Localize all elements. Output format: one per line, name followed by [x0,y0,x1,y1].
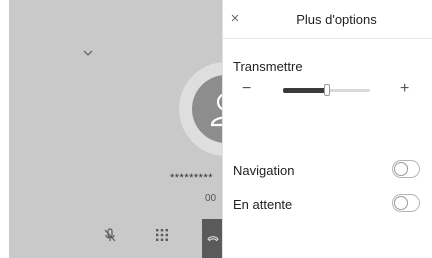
transmit-volume-label: Transmettre [233,59,303,74]
chevron-down-icon[interactable] [82,48,94,58]
phone-call-screen: ********* 00 Plus d'options Transmettre … [0,0,432,258]
transmit-volume-slider[interactable] [283,84,370,98]
volume-decrease-button[interactable]: − [242,80,251,98]
mic-off-icon[interactable] [102,227,118,243]
navigation-label: Navigation [233,163,295,178]
keypad-icon[interactable] [155,228,169,242]
screen-edge [0,0,9,258]
slider-fill [283,88,327,93]
call-timer: 00 [205,193,217,204]
caller-number: ********* [170,172,214,184]
end-call-button[interactable] [202,219,224,258]
panel-title: Plus d'options [296,12,377,27]
phone-hangup-icon [207,236,219,242]
slider-thumb[interactable] [323,84,330,96]
hold-row: En attente [233,194,423,216]
options-panel: Plus d'options Transmettre − + Navigatio… [222,0,432,258]
hold-label: En attente [233,197,293,212]
navigation-toggle[interactable] [392,160,420,178]
toggle-knob [394,162,408,176]
toggle-knob [394,196,408,210]
hold-toggle[interactable] [392,194,420,212]
navigation-row: Navigation [233,160,423,182]
panel-header: Plus d'options [223,0,432,39]
volume-increase-button[interactable]: + [400,80,409,98]
